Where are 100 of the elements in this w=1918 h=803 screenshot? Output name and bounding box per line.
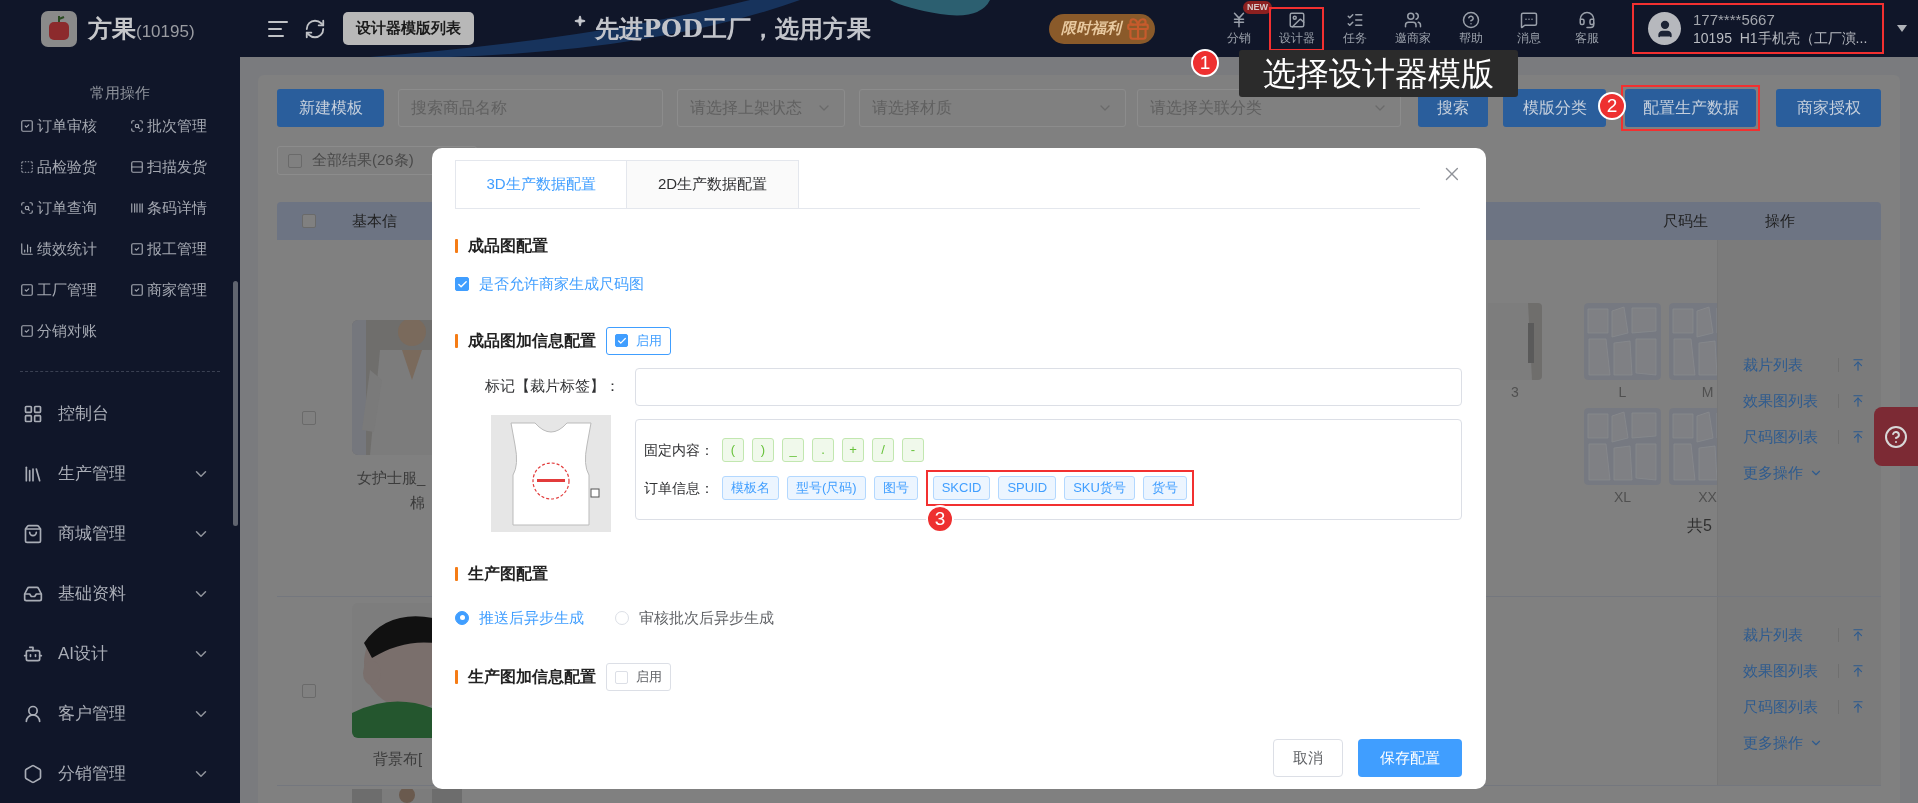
grid-icon	[23, 404, 43, 424]
shortcut-link[interactable]: 商家管理	[130, 278, 207, 302]
rows-icon	[130, 160, 144, 174]
field-label: 订单信息：	[644, 478, 714, 498]
column-header: 基本信	[352, 210, 397, 231]
size-chart-total: 共5	[1687, 516, 1712, 536]
help-icon	[1884, 424, 1908, 449]
field-label: 标记【裁片标签】：	[484, 376, 620, 397]
toolbar-button[interactable]: 模版分类	[1503, 89, 1606, 127]
template-name: 棉	[410, 493, 425, 513]
shortcut-link[interactable]: 分销对账	[20, 319, 97, 343]
menu-item[interactable]: 分销管理	[0, 744, 240, 803]
menu-item[interactable]: 生产管理	[0, 444, 240, 504]
chart-icon	[20, 242, 34, 256]
user-phone: 177****5667	[1693, 10, 1776, 29]
books-icon	[23, 464, 43, 484]
refresh-icon[interactable]	[304, 17, 326, 40]
tag[interactable]: .	[812, 438, 834, 462]
checkbox[interactable]	[301, 214, 316, 228]
nav-item[interactable]: 客服	[1559, 6, 1614, 51]
shortcut-link[interactable]: 扫描发货	[130, 155, 207, 179]
checkbox[interactable]	[615, 334, 628, 347]
enable-toggle[interactable]: 启用	[606, 663, 671, 691]
shortcut-link[interactable]: 品检验货	[20, 155, 97, 179]
promo-banner[interactable]: 限时福利	[1049, 13, 1155, 44]
upload-icon[interactable]	[1851, 628, 1865, 642]
users-icon	[1403, 10, 1422, 29]
radio-button[interactable]	[455, 610, 469, 625]
upload-icon[interactable]	[1851, 430, 1865, 444]
menu-item[interactable]: 控制台	[0, 384, 240, 444]
tab[interactable]: 2D生产数据配置	[627, 160, 799, 208]
menu-item[interactable]: 基础资料	[0, 564, 240, 624]
menu-item[interactable]: AI设计	[0, 624, 240, 684]
dropdown-caret-icon[interactable]	[1897, 24, 1907, 33]
section-title: 生产图加信息配置	[468, 667, 596, 687]
section-title: 成品图配置	[468, 236, 548, 256]
shortcut-link[interactable]: 订单审核	[20, 114, 97, 138]
cancel-button[interactable]: 取消	[1273, 739, 1343, 777]
menu-item[interactable]: 商城管理	[0, 504, 240, 564]
tag[interactable]: 模板名	[722, 476, 779, 500]
enable-toggle[interactable]: 启用	[606, 326, 671, 355]
annotation-tooltip: 选择设计器模版	[1239, 50, 1518, 97]
logo-icon	[41, 10, 77, 47]
toolbar-button[interactable]: 商家授权	[1776, 89, 1881, 127]
template-name: 女护士服_	[357, 468, 426, 488]
user-account-name: 10195 H1手机壳（工厂演...	[1693, 28, 1868, 47]
upload-icon[interactable]	[1851, 700, 1865, 714]
section-marker	[455, 670, 458, 684]
upload-icon[interactable]	[1851, 358, 1865, 372]
section-marker	[455, 333, 458, 348]
user-icon	[23, 704, 43, 724]
section-title: 生产图配置	[468, 563, 548, 584]
help-button[interactable]	[1874, 407, 1918, 466]
avatar-icon	[1648, 12, 1681, 45]
nav-item[interactable]: 消息	[1501, 6, 1556, 51]
user-account[interactable]: 177****5667 10195 H1手机壳（工厂演...	[1632, 3, 1884, 54]
section-title: 成品图加信息配置	[468, 330, 596, 351]
message-icon	[1519, 10, 1538, 29]
robot-icon	[23, 644, 43, 664]
tag[interactable]: SPUID	[998, 476, 1057, 500]
upload-icon[interactable]	[1851, 394, 1865, 408]
page-tab[interactable]: 设计器模版列表	[343, 12, 474, 45]
scrollbar[interactable]	[233, 281, 238, 526]
bag-icon	[23, 524, 43, 544]
shortcut-link[interactable]: 工厂管理	[20, 278, 97, 302]
nav-item[interactable]: 邀商家	[1385, 6, 1440, 51]
shortcut-link[interactable]: 批次管理	[130, 114, 207, 138]
menu-item[interactable]: 客户管理	[0, 684, 240, 744]
tag[interactable]: 型号(尺码)	[787, 476, 866, 500]
radio-label: 审核批次后异步生成	[639, 607, 774, 628]
new-badge: NEW	[1243, 0, 1272, 14]
checkbox-icon	[130, 242, 144, 256]
new-template-button[interactable]: 新建模板	[277, 89, 384, 127]
section-marker	[455, 566, 458, 581]
section-marker	[455, 239, 458, 253]
tag[interactable]: SKCID	[932, 476, 991, 500]
brand-id: (10195)	[136, 21, 195, 43]
label-input-field[interactable]	[635, 367, 1462, 406]
sparkle-icon	[574, 14, 586, 27]
help-icon	[1461, 10, 1480, 29]
checkbox[interactable]	[455, 277, 469, 292]
shortcut-link[interactable]: 绩效统计	[20, 237, 97, 261]
tag[interactable]: 图号	[873, 476, 918, 500]
column-header: 操作	[1765, 210, 1795, 231]
shortcut-link[interactable]: 订单查询	[20, 196, 97, 220]
nav-item[interactable]: 帮助	[1443, 6, 1498, 51]
save-button[interactable]: 保存配置	[1358, 739, 1462, 777]
shortcut-link[interactable]: 报工管理	[130, 237, 207, 261]
headset-icon	[1577, 10, 1596, 29]
tag[interactable]: 货号	[1142, 476, 1187, 500]
checkbox-icon	[20, 324, 34, 338]
toolbar-button[interactable]: 配置生产数据	[1625, 89, 1756, 127]
tag[interactable]: SKU货号	[1064, 476, 1135, 500]
gift-icon	[1125, 15, 1151, 42]
shortcut-link[interactable]: 条码详情	[130, 196, 207, 220]
image-icon	[1287, 10, 1306, 29]
square-icon	[20, 160, 34, 174]
upload-icon[interactable]	[1851, 664, 1865, 678]
nav-item[interactable]: 任务	[1327, 6, 1382, 51]
tab[interactable]: 3D生产数据配置	[455, 160, 627, 208]
